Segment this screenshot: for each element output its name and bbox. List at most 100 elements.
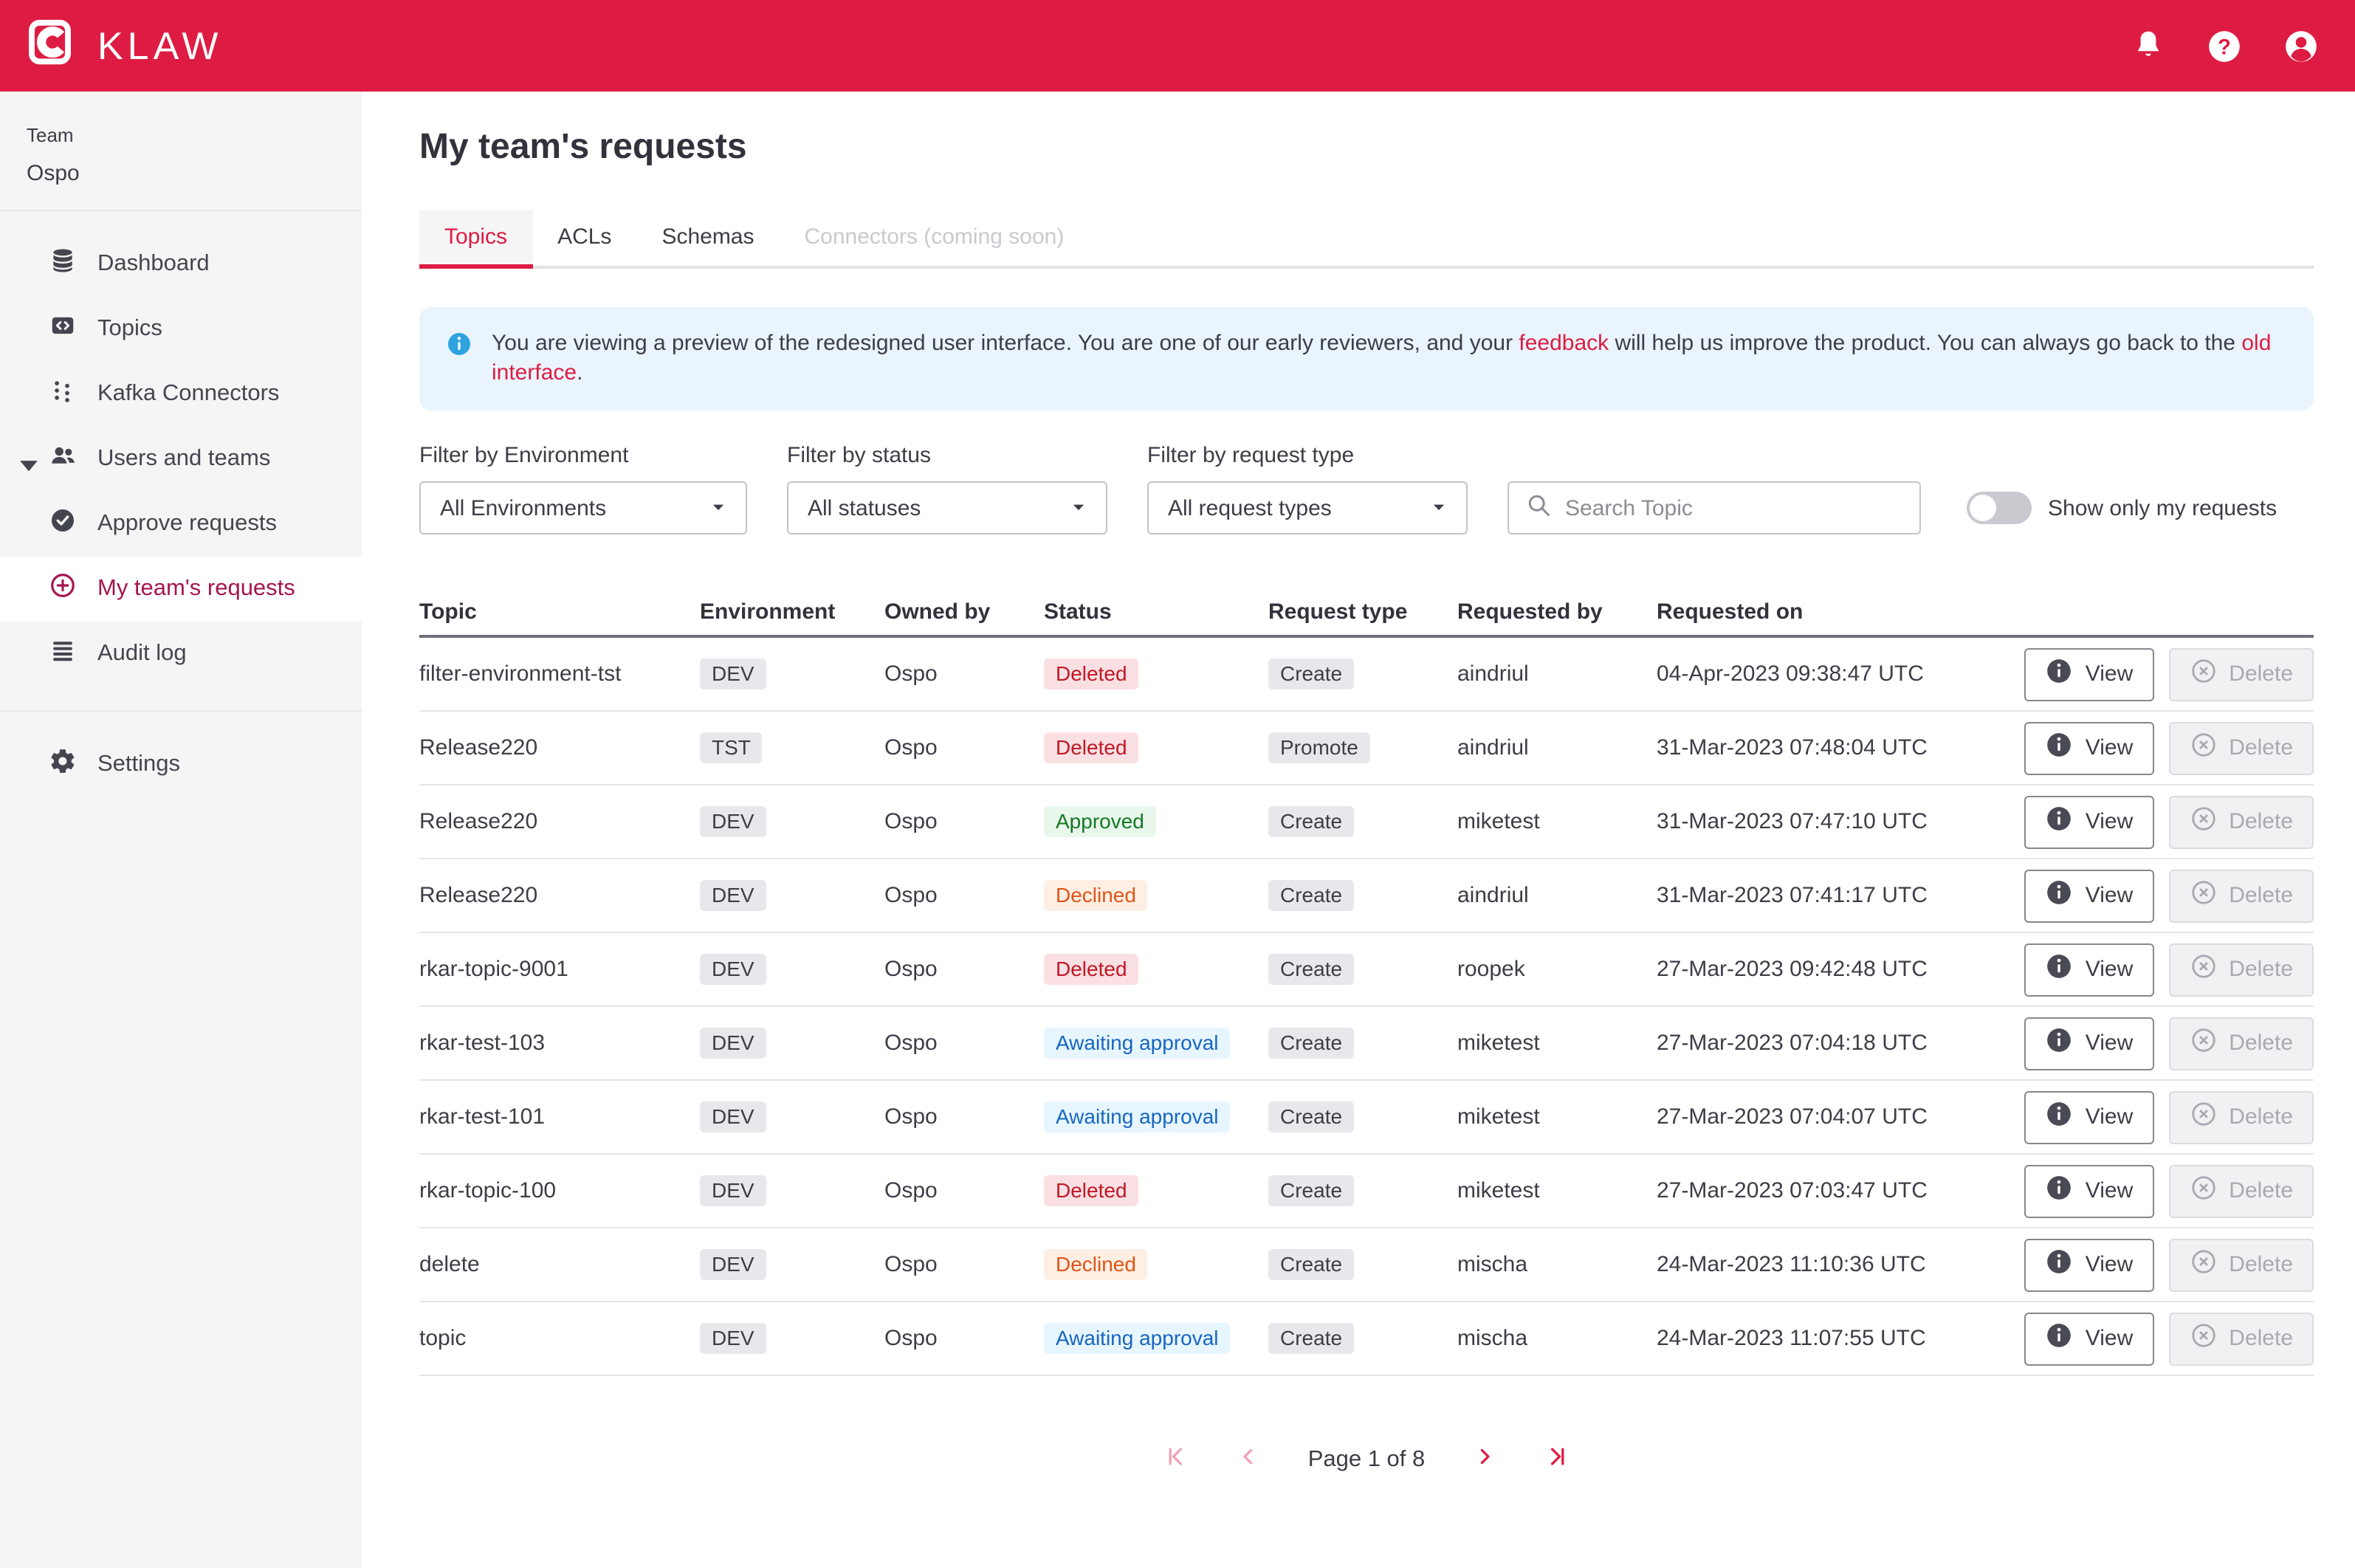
delete-button-label: Delete	[2229, 809, 2293, 834]
requested-by-cell: miketest	[1457, 1031, 1657, 1056]
banner-text-3: .	[577, 360, 582, 385]
delete-button[interactable]: Delete	[2168, 1312, 2314, 1365]
delete-button[interactable]: Delete	[2168, 1238, 2314, 1291]
search-input[interactable]	[1565, 495, 1903, 520]
status-badge: Awaiting approval	[1044, 1323, 1231, 1354]
tab-topics[interactable]: Topics	[419, 210, 532, 266]
last-page-icon[interactable]	[1544, 1444, 1570, 1476]
tab-schemas[interactable]: Schemas	[636, 210, 779, 266]
help-icon[interactable]: ?	[2206, 27, 2243, 64]
tab-acls[interactable]: ACLs	[532, 210, 636, 266]
view-button[interactable]: View	[2025, 1238, 2154, 1291]
requested-by-cell: aindriul	[1457, 735, 1657, 760]
view-button-label: View	[2086, 661, 2134, 687]
row-actions: View Delete	[2025, 869, 2314, 922]
topics-icon	[49, 312, 77, 347]
request-type-badge: Create	[1268, 659, 1354, 690]
row-actions: View Delete	[2025, 1090, 2314, 1144]
caret-down-icon[interactable]	[15, 451, 31, 467]
my-requests-toggle-group: Show only my requests	[1967, 481, 2277, 534]
sidebar-item-my-teams-requests[interactable]: My team's requests	[0, 557, 362, 622]
view-button[interactable]: View	[2025, 1090, 2154, 1144]
topic-cell: Release220	[419, 883, 700, 908]
view-button[interactable]: View	[2025, 721, 2154, 774]
delete-button[interactable]: Delete	[2168, 1090, 2314, 1144]
delete-button[interactable]: Delete	[2168, 647, 2314, 701]
request-type-filter-select[interactable]: All request types	[1147, 481, 1468, 534]
environment-filter-label: Filter by Environment	[419, 443, 747, 468]
first-page-icon[interactable]	[1163, 1444, 1189, 1476]
owned-by-cell: Ospo	[884, 661, 1044, 687]
sidebar-item-label: Audit log	[97, 641, 187, 667]
requests-table: Topic Environment Owned by Status Reques…	[419, 588, 2314, 1376]
environment-badge: DEV	[700, 659, 766, 690]
audit-log-icon	[49, 636, 77, 672]
chevron-down-icon	[710, 495, 726, 520]
delete-button-label: Delete	[2229, 1326, 2293, 1351]
requested-by-cell: mischa	[1457, 1252, 1657, 1277]
my-team-requests-icon	[49, 571, 77, 607]
view-button[interactable]: View	[2025, 869, 2154, 922]
sidebar-item-kafka-connectors[interactable]: Kafka Connectors	[0, 362, 362, 427]
view-button[interactable]: View	[2025, 647, 2154, 701]
delete-cross-icon	[2189, 1026, 2217, 1060]
environment-filter-select[interactable]: All Environments	[419, 481, 747, 534]
sidebar-item-label: Settings	[97, 752, 180, 778]
delete-button[interactable]: Delete	[2168, 1164, 2314, 1217]
side-nav: Dashboard Topics Kafka C	[0, 211, 362, 794]
feedback-link[interactable]: feedback	[1519, 331, 1609, 356]
delete-button[interactable]: Delete	[2168, 869, 2314, 922]
sidebar-item-approve-requests[interactable]: Approve requests	[0, 492, 362, 557]
sidebar-item-users-and-teams[interactable]: Users and teams	[0, 427, 362, 492]
delete-button[interactable]: Delete	[2168, 795, 2314, 848]
status-badge: Deleted	[1044, 954, 1139, 985]
environment-cell: DEV	[700, 1101, 884, 1132]
requested-on-cell: 27-Mar-2023 09:42:48 UTC	[1657, 957, 2008, 982]
show-only-my-requests-toggle[interactable]	[1967, 492, 2032, 524]
filter-bar: Filter by Environment All Environments F…	[419, 443, 2314, 534]
sidebar-item-audit-log[interactable]: Audit log	[0, 622, 362, 687]
environment-badge: DEV	[700, 1175, 766, 1206]
sidebar-item-topics[interactable]: Topics	[0, 297, 362, 362]
delete-button-label: Delete	[2229, 1031, 2293, 1056]
delete-cross-icon	[2189, 1248, 2217, 1282]
view-button-label: View	[2086, 1252, 2134, 1277]
view-button-label: View	[2086, 957, 2134, 982]
topbar-icons: ?	[2131, 27, 2320, 64]
view-button[interactable]: View	[2025, 943, 2154, 996]
view-button[interactable]: View	[2025, 1312, 2154, 1365]
delete-button[interactable]: Delete	[2168, 1017, 2314, 1070]
environment-cell: DEV	[700, 880, 884, 911]
notifications-bell-icon[interactable]	[2131, 28, 2166, 63]
delete-cross-icon	[2189, 805, 2217, 839]
view-button-label: View	[2086, 1104, 2134, 1129]
column-header-requested-on: Requested on	[1657, 599, 2008, 624]
delete-button[interactable]: Delete	[2168, 943, 2314, 996]
requested-by-cell: roopek	[1457, 957, 1657, 982]
environment-cell: DEV	[700, 954, 884, 985]
kafka-connectors-icon	[49, 376, 77, 412]
next-page-icon[interactable]	[1472, 1444, 1497, 1476]
previous-page-icon[interactable]	[1236, 1444, 1261, 1476]
view-button-label: View	[2086, 1031, 2134, 1056]
delete-button[interactable]: Delete	[2168, 721, 2314, 774]
status-filter-select[interactable]: All statuses	[787, 481, 1107, 534]
sidebar-item-label: Dashboard	[97, 251, 210, 278]
delete-button-label: Delete	[2229, 883, 2293, 908]
view-button-label: View	[2086, 735, 2134, 760]
topic-cell: delete	[419, 1252, 700, 1277]
app-root: KLAW ?	[0, 0, 2355, 1568]
user-profile-icon[interactable]	[2283, 27, 2320, 64]
request-type-cell: Create	[1268, 954, 1457, 985]
view-button[interactable]: View	[2025, 1017, 2154, 1070]
klaw-logo[interactable]: KLAW	[27, 16, 222, 75]
topic-cell: rkar-test-101	[419, 1104, 700, 1129]
owned-by-cell: Ospo	[884, 1252, 1044, 1277]
requested-on-cell: 04-Apr-2023 09:38:47 UTC	[1657, 661, 2008, 687]
banner-text-2: will help us improve the product. You ca…	[1609, 331, 2241, 356]
view-button[interactable]: View	[2025, 1164, 2154, 1217]
brand-name: KLAW	[97, 23, 222, 69]
sidebar-item-dashboard[interactable]: Dashboard	[0, 232, 362, 297]
sidebar-item-settings[interactable]: Settings	[0, 735, 362, 794]
view-button[interactable]: View	[2025, 795, 2154, 848]
